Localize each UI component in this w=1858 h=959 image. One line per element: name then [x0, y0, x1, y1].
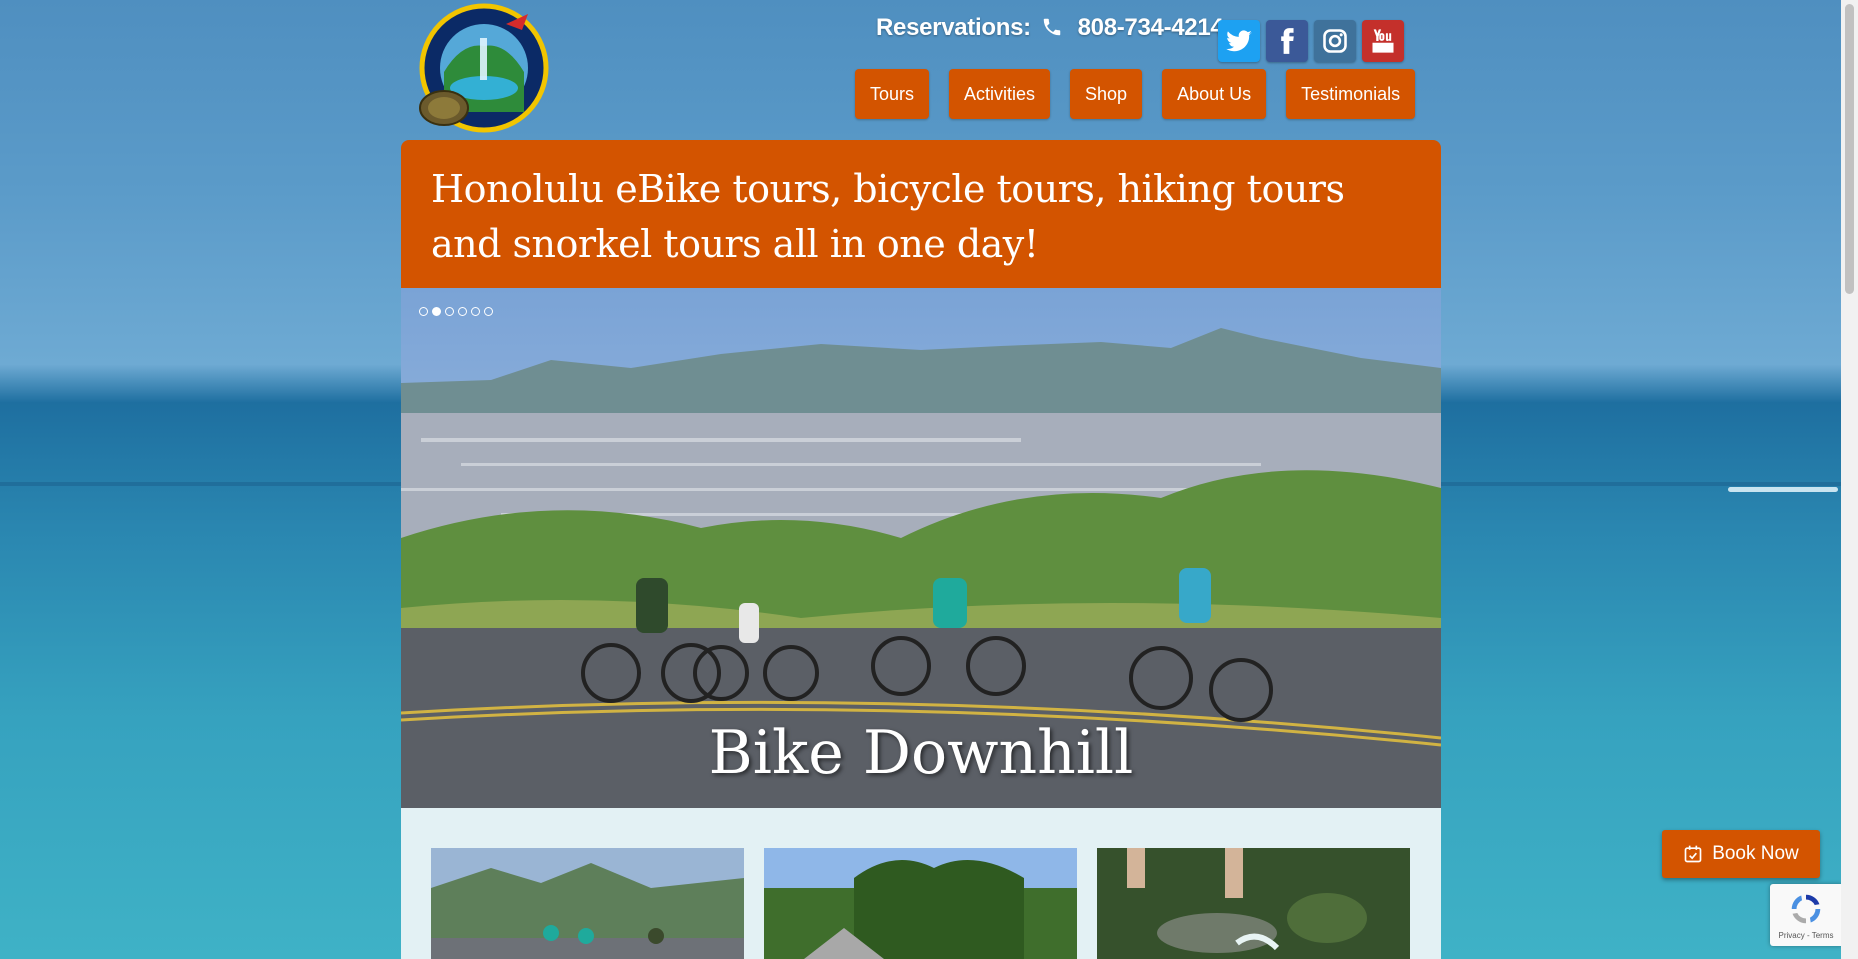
phone-icon — [1043, 18, 1061, 36]
image-slider[interactable]: Bike Downhill — [401, 288, 1441, 808]
hike-tour-thumbnail — [1097, 848, 1410, 959]
facebook-icon — [1281, 28, 1294, 54]
social-links — [1218, 20, 1404, 62]
reservations-label: Reservations: — [876, 14, 1031, 41]
logo-badge — [419, 3, 549, 133]
slider-pagination — [419, 307, 493, 316]
facebook-link[interactable] — [1266, 20, 1308, 62]
scrollbar-thumb[interactable] — [1845, 4, 1854, 294]
tour-card-image[interactable] — [1097, 848, 1410, 959]
hero-heading: Honolulu eBike tours, bicycle tours, hik… — [431, 167, 1345, 266]
hero-banner: Honolulu eBike tours, bicycle tours, hik… — [401, 140, 1441, 288]
slider-dot[interactable] — [471, 307, 480, 316]
slider-dot-active[interactable] — [432, 307, 441, 316]
nav-about-us[interactable]: About Us — [1162, 69, 1267, 119]
book-now-label: Book Now — [1712, 843, 1799, 864]
reservations-line: Reservations: 808-734-4214 — [876, 14, 1224, 42]
youtube-icon — [1372, 29, 1394, 53]
phone-number-link[interactable]: 808-734-4214 — [1078, 14, 1224, 41]
path-tour-thumbnail — [764, 848, 1077, 959]
slide-caption: Bike Downhill — [708, 718, 1134, 788]
recaptcha-links[interactable]: Privacy - Terms — [1770, 931, 1842, 940]
tour-card-image[interactable] — [431, 848, 744, 959]
recaptcha-badge[interactable]: Privacy - Terms — [1770, 884, 1842, 946]
slider-dot[interactable] — [419, 307, 428, 316]
book-now-button[interactable]: Book Now — [1662, 830, 1820, 878]
recaptcha-icon — [1791, 894, 1821, 924]
main-nav: Tours Activities Shop About Us Testimoni… — [855, 69, 1416, 119]
nav-shop[interactable]: Shop — [1070, 69, 1143, 119]
page-scrollbar[interactable] — [1841, 0, 1858, 959]
tour-cards — [401, 808, 1441, 959]
instagram-icon — [1323, 29, 1347, 53]
twitter-link[interactable] — [1218, 20, 1260, 62]
nav-activities[interactable]: Activities — [949, 69, 1051, 119]
youtube-link[interactable] — [1362, 20, 1404, 62]
twitter-icon — [1226, 30, 1252, 52]
slider-dot[interactable] — [445, 307, 454, 316]
calendar-check-icon — [1684, 845, 1702, 863]
tour-card-image[interactable] — [764, 848, 1077, 959]
site-logo[interactable] — [410, 2, 550, 140]
nav-tours[interactable]: Tours — [855, 69, 930, 119]
ocean-wave — [1728, 487, 1838, 492]
instagram-link[interactable] — [1314, 20, 1356, 62]
slider-dot[interactable] — [458, 307, 467, 316]
slider-dot[interactable] — [484, 307, 493, 316]
nav-testimonials[interactable]: Testimonials — [1286, 69, 1416, 119]
bike-tour-thumbnail — [431, 848, 744, 959]
